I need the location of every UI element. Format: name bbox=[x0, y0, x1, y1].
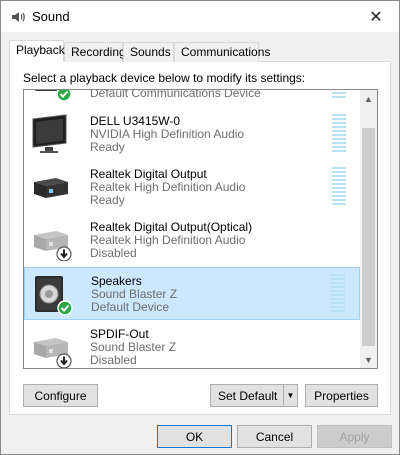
level-meter bbox=[331, 274, 345, 314]
device-row-headset[interactable]: Default Communications Device bbox=[24, 89, 360, 107]
dropdown-arrow-icon[interactable]: ▼ bbox=[283, 385, 297, 406]
device-status: Ready bbox=[90, 193, 125, 207]
digital-output-icon bbox=[34, 178, 68, 198]
level-meter bbox=[332, 167, 346, 207]
device-row-dell-monitor[interactable]: DELL U3415W-0 NVIDIA High Definition Aud… bbox=[24, 108, 360, 161]
device-list[interactable]: Default Communications Device DELL U3415… bbox=[23, 89, 378, 369]
scroll-thumb[interactable] bbox=[362, 128, 375, 346]
device-status: Disabled bbox=[90, 246, 137, 260]
device-driver: Realtek High Definition Audio bbox=[90, 233, 246, 247]
device-status: Ready bbox=[90, 140, 125, 154]
device-driver: Realtek High Definition Audio bbox=[90, 180, 246, 194]
ok-button[interactable]: OK bbox=[157, 425, 232, 448]
digital-output-icon bbox=[34, 338, 72, 368]
device-name: Realtek Digital Output bbox=[90, 167, 207, 181]
title-bar[interactable]: Sound ✕ bbox=[1, 1, 399, 32]
tab-playback[interactable]: Playback bbox=[9, 40, 65, 62]
device-status: Default Device bbox=[91, 300, 170, 314]
device-driver: Sound Blaster Z bbox=[90, 340, 177, 354]
set-default-label: Set Default bbox=[218, 388, 278, 403]
level-meter bbox=[332, 114, 346, 154]
window-title: Sound bbox=[32, 9, 70, 24]
monitor-icon bbox=[32, 114, 67, 153]
close-button[interactable]: ✕ bbox=[353, 1, 399, 32]
digital-output-icon bbox=[34, 231, 72, 261]
set-default-button[interactable]: Set Default ▼ bbox=[210, 384, 298, 407]
configure-button[interactable]: Configure bbox=[23, 384, 98, 407]
tab-communications[interactable]: Communications bbox=[174, 42, 270, 62]
cancel-button[interactable]: Cancel bbox=[237, 425, 312, 448]
close-icon: ✕ bbox=[369, 8, 383, 26]
vertical-scrollbar[interactable]: ▲ ▼ bbox=[360, 90, 377, 368]
sound-dialog: Sound ✕ Playback Recording Sounds Commun… bbox=[0, 0, 400, 455]
instruction-text: Select a playback device below to modify… bbox=[23, 71, 306, 85]
device-name: Speakers bbox=[91, 274, 142, 288]
device-status: Disabled bbox=[90, 353, 137, 367]
properties-button[interactable]: Properties bbox=[305, 384, 378, 407]
speaker-app-icon bbox=[12, 12, 25, 22]
device-row-realtek-digital[interactable]: Realtek Digital Output Realtek High Defi… bbox=[24, 161, 360, 214]
device-row-spdif-out[interactable]: SPDIF-Out Sound Blaster Z Disabled bbox=[24, 321, 360, 368]
tab-sounds[interactable]: Sounds bbox=[123, 42, 174, 62]
level-meter bbox=[332, 90, 346, 100]
device-name: DELL U3415W-0 bbox=[90, 114, 181, 128]
device-name: Realtek Digital Output(Optical) bbox=[90, 220, 253, 234]
speaker-icon bbox=[35, 276, 73, 315]
device-driver: Sound Blaster Z bbox=[91, 287, 178, 301]
apply-button[interactable]: Apply bbox=[317, 425, 392, 448]
scroll-down-arrow-icon[interactable]: ▼ bbox=[360, 351, 377, 368]
device-status: Default Communications Device bbox=[90, 89, 261, 100]
tab-recording[interactable]: Recording bbox=[64, 42, 126, 62]
device-driver: NVIDIA High Definition Audio bbox=[90, 127, 245, 141]
device-row-realtek-optical[interactable]: Realtek Digital Output(Optical) Realtek … bbox=[24, 214, 360, 267]
device-name: SPDIF-Out bbox=[90, 327, 149, 341]
headset-icon bbox=[34, 90, 72, 101]
scroll-up-arrow-icon[interactable]: ▲ bbox=[360, 90, 377, 107]
device-row-speakers[interactable]: Speakers Sound Blaster Z Default Device bbox=[24, 267, 360, 320]
